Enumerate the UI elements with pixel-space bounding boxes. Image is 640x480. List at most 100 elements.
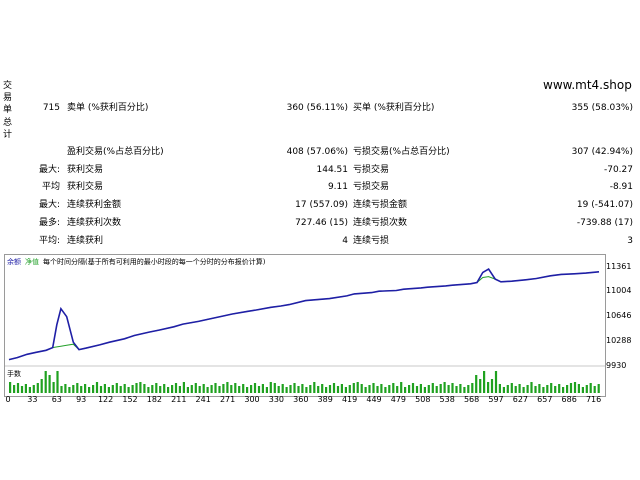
volume-bar	[52, 382, 55, 393]
volume-bar	[281, 384, 284, 393]
volume-bar	[593, 386, 596, 393]
balance-chart: 余额 净值 每个时间分隔(基于所有可利用的最小时段的每一个分时的分布报价计算) …	[4, 254, 606, 397]
summary-label: 最大:	[38, 165, 60, 175]
x-tick: 419	[341, 395, 358, 404]
volume-bar	[439, 384, 442, 393]
volume-bar	[577, 384, 580, 393]
chart-svg: 余额 净值 每个时间分隔(基于所有可利用的最小时段的每一个分时的分布报价计算) …	[5, 257, 605, 393]
summary-label: 平均:	[38, 236, 60, 246]
volume-bar	[99, 386, 103, 393]
volume-bar	[566, 385, 569, 393]
volume-bar	[257, 386, 261, 393]
volume-bar	[269, 382, 272, 393]
volume-bar	[597, 384, 600, 393]
summary-value: 9.11	[327, 182, 348, 192]
volume-bar	[573, 382, 577, 393]
volume-bar	[246, 387, 249, 393]
legend-balance: 余额	[7, 257, 21, 266]
volume-bar	[206, 387, 209, 393]
x-tick: 122	[97, 395, 114, 404]
volume-bar	[20, 386, 24, 393]
volume-bar	[60, 386, 63, 393]
volume-bar	[435, 386, 438, 393]
volume-bar	[273, 383, 276, 393]
volume-bar	[348, 385, 351, 393]
volume-bar	[325, 387, 328, 393]
volume-bar	[95, 382, 99, 393]
y-tick: 9930	[606, 361, 627, 370]
summary-label: 亏损交易(%占总百分比)	[353, 147, 450, 157]
volume-bar	[487, 382, 490, 393]
volume-bar	[510, 383, 513, 393]
volume-bar	[309, 385, 312, 393]
volume-bar	[550, 383, 553, 393]
volume-bar	[518, 384, 521, 393]
volume-bar	[56, 371, 59, 393]
y-tick: 11004	[606, 286, 632, 295]
summary-label: 亏损交易	[353, 165, 390, 175]
volume-bar	[103, 384, 106, 393]
volume-bar	[455, 386, 458, 393]
volume-bar	[372, 383, 375, 393]
summary-value: 408 (57.06%)	[286, 147, 348, 157]
summary-value: -70.27	[603, 165, 633, 175]
summary-label: 平均	[41, 182, 60, 192]
summary-row: 最多: 连续获利次数 727.46 (15) 连续亏损次数 -739.88 (1…	[0, 216, 640, 231]
volume-bar	[396, 386, 399, 393]
volume-bar	[297, 386, 300, 393]
x-tick: 271	[219, 395, 236, 404]
summary-value: -739.88 (17)	[576, 218, 633, 228]
volume-bar	[581, 387, 584, 393]
volume-bar	[380, 384, 383, 393]
volume-bar	[198, 386, 201, 393]
summary-label: 连续获利	[67, 236, 104, 246]
x-tick: 211	[171, 395, 187, 404]
summary-label: 获利交易	[67, 182, 104, 192]
volume-bar	[48, 375, 51, 393]
volume-bar	[447, 385, 450, 393]
summary-label: 连续获利次数	[67, 218, 122, 228]
summary-label: 连续获利金额	[67, 200, 122, 210]
volume-bar	[483, 371, 486, 393]
volume-bar	[384, 387, 387, 393]
volume-bar	[305, 387, 308, 393]
volume-bar	[321, 384, 324, 393]
volume-bar	[265, 387, 268, 393]
x-tick: 449	[366, 395, 382, 404]
volume-bar	[147, 387, 150, 393]
summary-value: 360 (56.11%)	[286, 103, 348, 113]
equity-line	[8, 271, 600, 361]
volume-bar	[32, 385, 35, 393]
volume-bar	[226, 382, 229, 393]
volume-bar	[261, 384, 264, 393]
volume-bar	[190, 385, 193, 393]
summary-row: 平均 获利交易 9.11 亏损交易 -8.91	[0, 180, 640, 195]
volume-bar	[182, 382, 185, 393]
volume-bar	[530, 382, 533, 393]
volume-bar	[13, 385, 16, 393]
volume-bar	[463, 387, 466, 393]
x-tick: 93	[76, 395, 87, 404]
volume-bar	[411, 383, 415, 393]
volume-bar	[28, 387, 31, 393]
summary-row: 715 卖单 (%获利百分比) 360 (56.11%) 买单 (%获利百分比)…	[0, 101, 640, 116]
volume-bar	[534, 386, 537, 393]
summary-value: 17 (557.09)	[295, 200, 348, 210]
volume-bar	[392, 383, 395, 393]
volume-bar	[107, 387, 110, 393]
volume-bars	[9, 371, 600, 393]
legend-equity: 净值	[25, 257, 39, 266]
volume-bar	[356, 382, 359, 393]
summary-label: 亏损交易	[353, 182, 390, 192]
volume-bar	[194, 383, 197, 393]
summary-label: 最多:	[38, 218, 60, 228]
volume-bar	[336, 386, 340, 393]
volume-bar	[328, 385, 332, 393]
volume-bar	[589, 383, 592, 393]
volume-bar	[92, 385, 95, 393]
volume-bar	[159, 386, 162, 393]
volume-bar	[475, 375, 478, 393]
volume-bar	[554, 386, 557, 393]
volume-bar	[214, 383, 217, 393]
volume-bar	[40, 379, 43, 393]
